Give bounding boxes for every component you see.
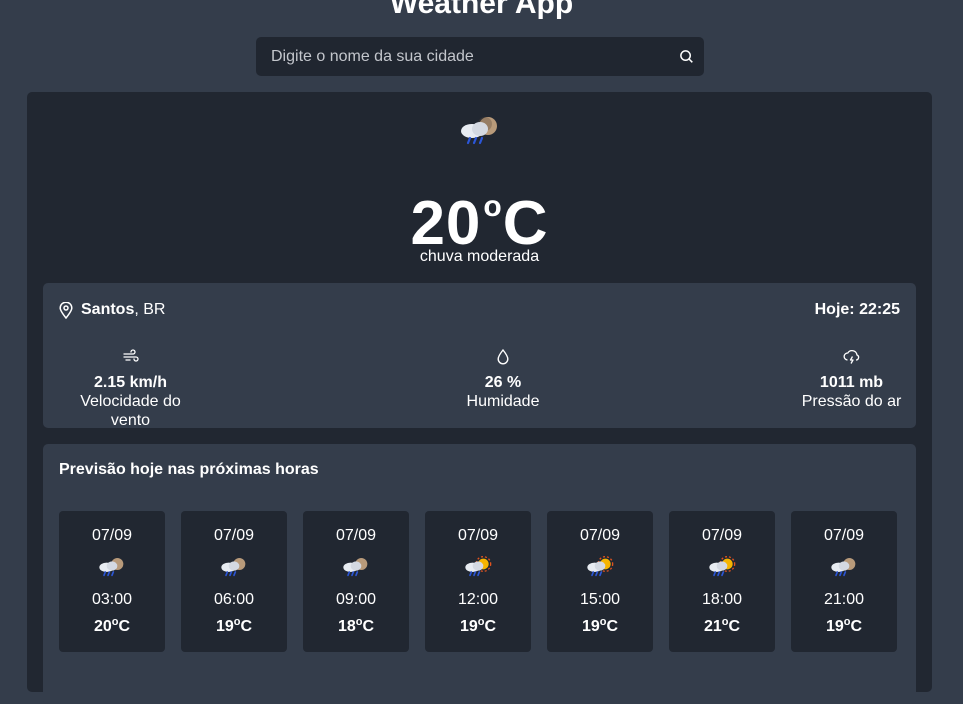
rain-cloud-moon-icon — [343, 558, 368, 577]
search-input[interactable] — [256, 37, 668, 76]
current-weather-card: 20oC chuva moderada Santos, BR Hoje: 22:… — [27, 92, 932, 704]
forecast-card: 07/09 21:00 19oC — [791, 511, 897, 652]
forecast-temp-unit: C — [118, 618, 131, 635]
forecast-temp-unit: C — [484, 618, 497, 635]
weather-details-panel: Santos, BR Hoje: 22:25 2.15 km/h Velocid… — [43, 283, 916, 430]
current-temperature: 20oC — [27, 172, 932, 259]
forecast-temp-unit: C — [240, 618, 253, 635]
forecast-temp: 18oC — [303, 612, 409, 637]
wind-label: Velocidade do vento — [80, 393, 181, 429]
forecast-time: 03:00 — [91, 591, 133, 608]
pressure-label: Pressão do ar — [801, 393, 902, 410]
rain-cloud-moon-icon — [99, 558, 124, 577]
forecast-time: 21:00 — [823, 591, 865, 608]
forecast-temp-value: 19 — [215, 618, 234, 635]
current-time: Hoje: 22:25 — [814, 301, 900, 318]
hourly-forecast-list: 07/09 03:00 20oC 07/09 06:00 19oC 07/09 … — [59, 511, 897, 652]
forecast-card: 07/09 12:00 19oC — [425, 511, 531, 652]
forecast-time: 09:00 — [335, 591, 377, 608]
forecast-date: 07/09 — [213, 527, 255, 544]
forecast-temp-value: 19 — [825, 618, 844, 635]
forecast-time: 12:00 — [457, 591, 499, 608]
location: Santos, BR — [59, 301, 165, 319]
search-button[interactable] — [668, 37, 704, 76]
humidity-value: 26 % — [484, 374, 522, 391]
forecast-date: 07/09 — [457, 527, 499, 544]
forecast-card: 07/09 09:00 18oC — [303, 511, 409, 652]
forecast-temp-value: 21 — [703, 618, 722, 635]
forecast-temp: 20oC — [59, 612, 165, 637]
forecast-temp-unit: C — [850, 618, 863, 635]
wind-stat: 2.15 km/h Velocidade do vento — [59, 349, 202, 430]
pressure-stat: 1011 mb Pressão do ar — [800, 349, 903, 411]
search-icon — [679, 50, 693, 63]
humidity-label: Humidade — [466, 393, 540, 410]
forecast-temp-unit: C — [606, 618, 619, 635]
forecast-temp: 19oC — [791, 612, 897, 637]
wind-icon — [122, 349, 139, 362]
forecast-time: 15:00 — [579, 591, 621, 608]
forecast-date: 07/09 — [823, 527, 865, 544]
country-code: , BR — [134, 301, 166, 318]
forecast-date: 07/09 — [91, 527, 133, 544]
forecast-card: 07/09 15:00 19oC — [547, 511, 653, 652]
forecast-temp: 19oC — [547, 612, 653, 637]
humidity-stat: 26 % Humidade — [453, 349, 553, 411]
forecast-temp: 19oC — [181, 612, 287, 637]
forecast-temp: 19oC — [425, 612, 531, 637]
rain-cloud-sun-icon — [465, 556, 492, 577]
rain-cloud-moon-icon — [458, 114, 502, 150]
map-pin-icon — [59, 301, 73, 319]
weather-condition: chuva moderada — [419, 248, 540, 265]
pressure-value: 1011 mb — [819, 374, 884, 391]
forecast-time: 06:00 — [213, 591, 255, 608]
forecast-card: 07/09 03:00 20oC — [59, 511, 165, 652]
forecast-temp-unit: C — [362, 618, 375, 635]
search-bar — [256, 37, 704, 76]
forecast-card: 07/09 06:00 19oC — [181, 511, 287, 652]
rain-cloud-moon-icon — [221, 558, 246, 577]
forecast-temp-unit: C — [728, 618, 741, 635]
cloud-lightning-icon — [843, 350, 860, 364]
forecast-temp-value: 18 — [337, 618, 356, 635]
rain-cloud-sun-icon — [709, 556, 736, 577]
forecast-card: 07/09 18:00 21oC — [669, 511, 775, 652]
forecast-time: 18:00 — [701, 591, 743, 608]
forecast-date: 07/09 — [701, 527, 743, 544]
rain-cloud-moon-icon — [831, 558, 856, 577]
hourly-forecast-panel: Previsão hoje nas próximas horas 07/09 0… — [43, 444, 916, 704]
app-title: Weather App — [389, 0, 574, 20]
forecast-date: 07/09 — [579, 527, 621, 544]
forecast-title: Previsão hoje nas próximas horas — [59, 461, 319, 478]
forecast-temp-value: 19 — [581, 618, 600, 635]
forecast-date: 07/09 — [335, 527, 377, 544]
degree-symbol: o — [483, 190, 503, 223]
forecast-temp-value: 19 — [459, 618, 478, 635]
rain-cloud-sun-icon — [587, 556, 614, 577]
city-name: Santos — [81, 301, 135, 318]
wind-value: 2.15 km/h — [94, 374, 167, 391]
forecast-temp-value: 20 — [93, 618, 112, 635]
droplet-icon — [497, 349, 509, 365]
forecast-temp: 21oC — [669, 612, 775, 637]
